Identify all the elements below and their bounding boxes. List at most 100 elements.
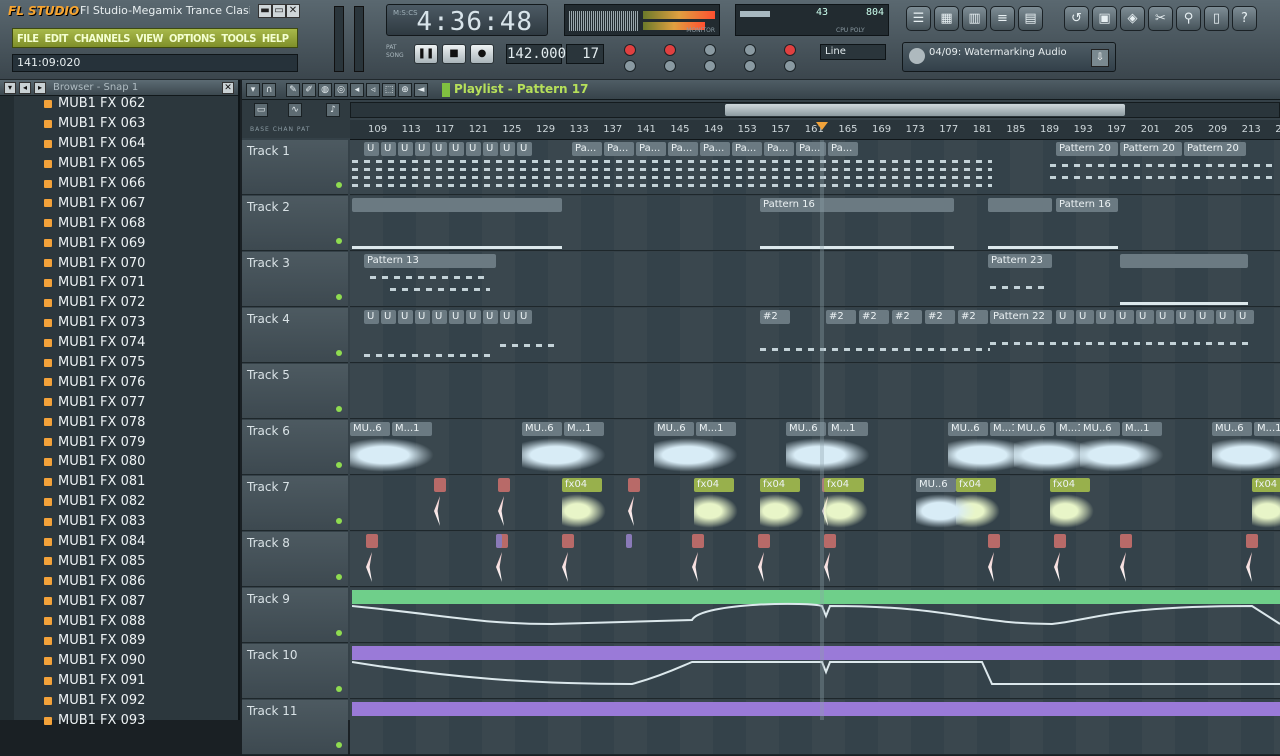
track-lane[interactable]: Pattern 16 Pattern 16 bbox=[350, 196, 1280, 251]
undo-icon[interactable]: ↺ bbox=[1064, 6, 1089, 31]
render-icon[interactable]: ◈ bbox=[1120, 6, 1145, 31]
pattern-clip[interactable] bbox=[498, 478, 510, 492]
track-lane[interactable] bbox=[350, 700, 1280, 755]
browser-item[interactable]: MUB1 FX 084 bbox=[14, 532, 238, 552]
browser-item[interactable]: MUB1 FX 086 bbox=[14, 571, 238, 591]
pattern-clip[interactable]: U bbox=[517, 142, 532, 156]
pattern-clip[interactable]: Pattern 16 bbox=[760, 198, 954, 212]
pattern-clip[interactable]: U bbox=[1216, 310, 1234, 324]
pattern-clip[interactable] bbox=[562, 534, 574, 548]
track-header[interactable]: Track 8 bbox=[242, 532, 348, 587]
track-lane[interactable]: fx04 fx04 fx04 fx04 fx04 fx04 fx04 MU..6 bbox=[350, 476, 1280, 531]
browser-item[interactable]: MUB1 FX 064 bbox=[14, 134, 238, 154]
pattern-clip[interactable]: M...1 bbox=[1254, 422, 1280, 436]
paint-tool-icon[interactable]: ✐ bbox=[302, 83, 316, 97]
download-icon[interactable]: ⇩ bbox=[1091, 49, 1109, 67]
metronome-toggle[interactable] bbox=[624, 44, 636, 56]
browser-item[interactable]: MUB1 FX 063 bbox=[14, 114, 238, 134]
pattern-clip[interactable]: U bbox=[1056, 310, 1074, 324]
track-enable-led[interactable] bbox=[336, 462, 342, 468]
browser-item[interactable]: MUB1 FX 088 bbox=[14, 611, 238, 631]
browser-item[interactable]: MUB1 FX 092 bbox=[14, 691, 238, 711]
browser-item[interactable]: MUB1 FX 070 bbox=[14, 253, 238, 273]
track-enable-led[interactable] bbox=[336, 406, 342, 412]
menu-edit[interactable]: EDIT bbox=[45, 32, 69, 45]
track-lane[interactable] bbox=[350, 532, 1280, 587]
minimize-button[interactable]: ▬ bbox=[258, 4, 272, 18]
browser-item[interactable]: MUB1 FX 065 bbox=[14, 154, 238, 174]
pattern-clip[interactable]: U bbox=[364, 310, 379, 324]
menu-file[interactable]: FILE bbox=[17, 32, 39, 45]
browser-title[interactable]: Browser - Snap 1 bbox=[53, 82, 138, 93]
blend-notes-toggle[interactable] bbox=[704, 44, 716, 56]
pattern-clip[interactable] bbox=[626, 534, 632, 548]
pattern-clip[interactable]: Pa... bbox=[572, 142, 602, 156]
pattern-clip[interactable]: U bbox=[364, 142, 379, 156]
pattern-clip[interactable]: Pa... bbox=[668, 142, 698, 156]
pattern-clip[interactable]: fx04 bbox=[760, 478, 800, 492]
zoom-tool-icon[interactable]: ⊕ bbox=[398, 83, 412, 97]
tools-icon[interactable]: ⚲ bbox=[1176, 6, 1201, 31]
menu-channels[interactable]: CHANNELS bbox=[74, 32, 130, 45]
pattern-clip[interactable]: U bbox=[432, 310, 447, 324]
playback-tool-icon[interactable]: ◄ bbox=[414, 83, 428, 97]
pattern-clip[interactable]: fx04 bbox=[824, 478, 864, 492]
pattern-clip[interactable]: M...1 bbox=[1122, 422, 1162, 436]
track-header[interactable]: Track 2 bbox=[242, 196, 348, 251]
track-header[interactable]: Track 1 bbox=[242, 140, 348, 195]
pattern-clip[interactable] bbox=[824, 534, 836, 548]
pattern-clip[interactable]: Pattern 20 bbox=[1120, 142, 1182, 156]
pattern-clip[interactable] bbox=[1246, 534, 1258, 548]
plugin-icon[interactable]: ✂ bbox=[1148, 6, 1173, 31]
pattern-clip[interactable]: fx04 bbox=[1252, 478, 1280, 492]
pattern-clip[interactable] bbox=[434, 478, 446, 492]
loop-record-toggle[interactable] bbox=[704, 60, 716, 72]
pattern-selector[interactable]: 17 bbox=[566, 44, 604, 64]
browser-item[interactable]: MUB1 FX 062 bbox=[14, 94, 238, 114]
tutorial-hint-panel[interactable]: 04/09: Watermarking Audio ⇩ bbox=[902, 42, 1116, 72]
pattern-clip[interactable]: Pattern 22 bbox=[990, 310, 1052, 324]
track-header[interactable]: Track 10 bbox=[242, 644, 348, 699]
pat-song-switch[interactable]: PAT SONG bbox=[386, 44, 404, 60]
pattern-clip[interactable] bbox=[758, 534, 770, 548]
pattern-clip[interactable]: U bbox=[398, 142, 413, 156]
pattern-clip[interactable]: U bbox=[517, 310, 532, 324]
pattern-clip[interactable]: MU..6 bbox=[522, 422, 562, 436]
wait-input-toggle[interactable] bbox=[624, 60, 636, 72]
track-header[interactable]: Track 3 bbox=[242, 252, 348, 307]
track-enable-led[interactable] bbox=[336, 574, 342, 580]
pattern-clip[interactable]: M...1 bbox=[564, 422, 604, 436]
automation-icon[interactable]: ∿ bbox=[288, 103, 302, 117]
pattern-clip[interactable] bbox=[988, 198, 1052, 212]
track-enable-led[interactable] bbox=[336, 294, 342, 300]
close-button[interactable]: ✕ bbox=[286, 4, 300, 18]
browser-item[interactable]: MUB1 FX 073 bbox=[14, 313, 238, 333]
pattern-clip[interactable]: fx04 bbox=[562, 478, 602, 492]
pattern-clip[interactable] bbox=[1120, 534, 1132, 548]
menu-view[interactable]: VIEW bbox=[136, 32, 164, 45]
pattern-clip[interactable]: U bbox=[381, 142, 396, 156]
browser-item[interactable]: MUB1 FX 072 bbox=[14, 293, 238, 313]
track-enable-led[interactable] bbox=[336, 686, 342, 692]
master-volume-slider[interactable] bbox=[334, 6, 344, 72]
pattern-clip[interactable]: U bbox=[1116, 310, 1134, 324]
magnet-icon[interactable]: ∩ bbox=[262, 83, 276, 97]
track-header[interactable]: Track 6 bbox=[242, 420, 348, 475]
delete-tool-icon[interactable]: ◍ bbox=[318, 83, 332, 97]
track-header[interactable]: Track 9 bbox=[242, 588, 348, 643]
timeline-ruler[interactable]: 109 113 117 121 125 129 133 137 141 145 149 153 157 1… bbox=[350, 120, 1280, 140]
pattern-clip[interactable]: U bbox=[466, 310, 481, 324]
playlist-title[interactable]: Playlist - Pattern 17 bbox=[454, 82, 588, 96]
scrollbar-thumb[interactable] bbox=[725, 104, 1125, 116]
piano-roll-icon[interactable]: ▥ bbox=[962, 6, 987, 31]
countdown-toggle[interactable] bbox=[664, 44, 676, 56]
pattern-clip[interactable]: Pa... bbox=[700, 142, 730, 156]
pattern-clip[interactable] bbox=[1120, 254, 1248, 268]
playlist-menu-icon[interactable]: ▾ bbox=[246, 83, 260, 97]
pattern-clip[interactable]: U bbox=[466, 142, 481, 156]
tempo-display[interactable]: 142.000 bbox=[506, 44, 566, 64]
pattern-clip[interactable] bbox=[628, 478, 640, 492]
pattern-clip[interactable]: U bbox=[1136, 310, 1154, 324]
pattern-clip[interactable]: MU..6 bbox=[350, 422, 390, 436]
pattern-clip[interactable]: U bbox=[483, 142, 498, 156]
